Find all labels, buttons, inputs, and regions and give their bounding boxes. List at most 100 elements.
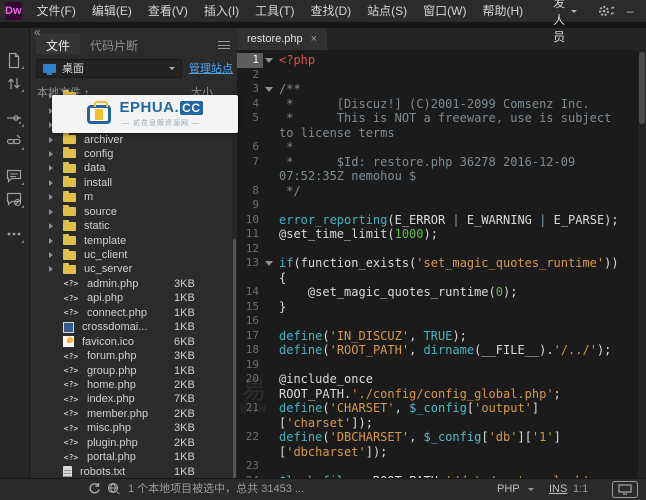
close-tab-icon[interactable]: × [311, 33, 317, 45]
code-line[interactable]: { [237, 271, 638, 286]
code-line[interactable]: to license terms [237, 126, 638, 141]
tree-row[interactable]: <?>api.php1KB [30, 291, 232, 305]
menu-item[interactable]: 窗口(W) [415, 0, 474, 22]
tree-row[interactable]: <?>member.php2KB [30, 407, 232, 421]
code-line[interactable]: 3/** [237, 82, 638, 97]
insert-mode[interactable]: INS [549, 479, 567, 500]
menu-item[interactable]: 查看(V) [140, 0, 196, 22]
tree-row[interactable]: <?>misc.php3KB [30, 421, 232, 435]
code-line[interactable]: 12 [237, 242, 638, 257]
code-line[interactable]: 15} [237, 300, 638, 315]
expand-arrow-icon[interactable] [49, 151, 53, 157]
code-line[interactable]: 14 @set_magic_quotes_runtime(0); [237, 285, 638, 300]
tree-row[interactable]: <?>portal.php1KB [30, 450, 232, 464]
code-line[interactable]: 6 * [237, 140, 638, 155]
tree-row[interactable]: static [30, 219, 232, 233]
code-line[interactable]: 16 [237, 314, 638, 329]
code-line[interactable]: 9 [237, 198, 638, 213]
expand-arrow-icon[interactable] [49, 209, 53, 215]
code-area[interactable]: 易 WWW 1<?php23/**4 * [Discuz!] (C)2001-2… [237, 50, 638, 478]
tree-row[interactable]: uc_server [30, 262, 232, 276]
expand-arrow-icon[interactable] [49, 194, 53, 200]
code-line[interactable]: 23 [237, 459, 638, 474]
manage-sites-link[interactable]: 管理站点 [189, 60, 233, 76]
tree-row[interactable]: <?>forum.php3KB [30, 349, 232, 363]
tree-row[interactable]: config [30, 147, 232, 161]
fold-arrow-icon[interactable] [263, 256, 275, 271]
code-line[interactable]: 22define('DBCHARSET', $_config['db']['1'… [237, 430, 638, 445]
expand-arrow-icon[interactable] [49, 223, 53, 229]
tree-row[interactable]: data [30, 161, 232, 175]
code-line[interactable]: ['dbcharset']); [237, 445, 638, 460]
expand-arrow-icon[interactable] [49, 238, 53, 244]
fold-arrow-icon[interactable] [263, 53, 275, 68]
menu-item[interactable]: 站点(S) [359, 0, 415, 22]
collapse-panel-icon[interactable]: « [34, 25, 41, 39]
code-line[interactable]: 10error_reporting(E_ERROR | E_WARNING | … [237, 213, 638, 228]
site-selector-dropdown[interactable]: 桌面 [36, 59, 182, 78]
tree-row[interactable]: <?>admin.php3KB [30, 277, 232, 291]
tree-row[interactable]: m [30, 190, 232, 204]
tree-row[interactable]: template [30, 233, 232, 247]
tree-row[interactable]: crossdomai...1KB [30, 320, 232, 334]
more-tools-icon[interactable] [6, 226, 24, 244]
comment-block-icon[interactable] [6, 191, 24, 209]
tree-row[interactable]: source [30, 205, 232, 219]
link-checkout-icon[interactable] [6, 133, 24, 151]
code-line[interactable]: 1<?php [237, 53, 638, 68]
code-line[interactable]: 7 * $Id: restore.php 36278 2016-12-09 [237, 155, 638, 170]
code-line[interactable]: 07:52:35Z nemohou $ [237, 169, 638, 184]
menu-item[interactable]: 文件(F) [29, 0, 84, 22]
code-line[interactable]: 11@set_time_limit(1000); [237, 227, 638, 242]
menu-item[interactable]: 工具(T) [247, 0, 302, 22]
connect-server-icon[interactable] [107, 482, 121, 500]
tree-row[interactable]: <?>home.php2KB [30, 378, 232, 392]
tab-snippets[interactable]: 代码片断 [80, 34, 148, 54]
tree-row[interactable]: <?>group.php1KB [30, 363, 232, 377]
code-line[interactable]: ROOT_PATH.'./config/config_global.php'; [237, 387, 638, 402]
file-icon[interactable] [6, 52, 24, 70]
code-line[interactable]: 5 * This is NOT a freeware, use is subje… [237, 111, 638, 126]
tree-row[interactable]: <?>plugin.php2KB [30, 436, 232, 450]
code-line[interactable]: 18define('ROOT_PATH', dirname(__FILE__).… [237, 343, 638, 358]
chevron-down-icon[interactable] [528, 488, 534, 494]
expand-arrow-icon[interactable] [49, 137, 53, 143]
menu-item[interactable]: 插入(I) [196, 0, 247, 22]
sync-settings-button[interactable] [597, 3, 617, 19]
tab-files[interactable]: 文件 [36, 34, 80, 54]
panel-scrollbar-thumb[interactable] [233, 239, 236, 479]
panel-menu-icon[interactable] [218, 41, 230, 49]
preview-device-button[interactable] [612, 481, 638, 498]
code-line[interactable]: 8 */ [237, 184, 638, 199]
code-line[interactable]: 17define('IN_DISCUZ', TRUE); [237, 329, 638, 344]
tree-row[interactable]: archiver [30, 132, 232, 146]
language-mode[interactable]: PHP [497, 479, 520, 500]
filter-slider-icon[interactable] [6, 110, 24, 128]
minimize-button[interactable]: – [617, 0, 643, 22]
tree-row[interactable]: <?>connect.php1KB [30, 306, 232, 320]
expand-arrow-icon[interactable] [49, 266, 53, 272]
code-line[interactable]: 13if(function_exists('set_magic_quotes_r… [237, 256, 638, 271]
menu-item[interactable]: 帮助(H) [474, 0, 531, 22]
fold-arrow-icon[interactable] [263, 82, 275, 97]
code-line[interactable]: 2 [237, 68, 638, 83]
tree-row[interactable]: install [30, 176, 232, 190]
editor-scrollbar[interactable] [638, 50, 646, 478]
transfer-arrows-icon[interactable] [6, 75, 24, 93]
refresh-icon[interactable] [88, 482, 101, 500]
code-line[interactable]: 4 * [Discuz!] (C)2001-2099 Comsenz Inc. [237, 97, 638, 112]
code-line[interactable]: ['charset']); [237, 416, 638, 431]
expand-arrow-icon[interactable] [49, 252, 53, 258]
menu-item[interactable]: 编辑(E) [84, 0, 140, 22]
expand-arrow-icon[interactable] [49, 180, 53, 186]
menu-item[interactable]: 查找(D) [302, 0, 359, 22]
workspace-switcher[interactable]: 开发人员 [553, 0, 577, 45]
code-line[interactable]: 20@include_once [237, 372, 638, 387]
code-line[interactable]: 19 [237, 358, 638, 373]
code-line[interactable]: 21define('CHARSET', $_config['output'] [237, 401, 638, 416]
tree-row[interactable]: uc_client [30, 248, 232, 262]
tree-row[interactable]: favicon.ico6KB [30, 334, 232, 348]
document-tab[interactable]: restore.php × [237, 28, 327, 50]
expand-arrow-icon[interactable] [49, 165, 53, 171]
tree-row[interactable]: robots.txt1KB [30, 464, 232, 478]
